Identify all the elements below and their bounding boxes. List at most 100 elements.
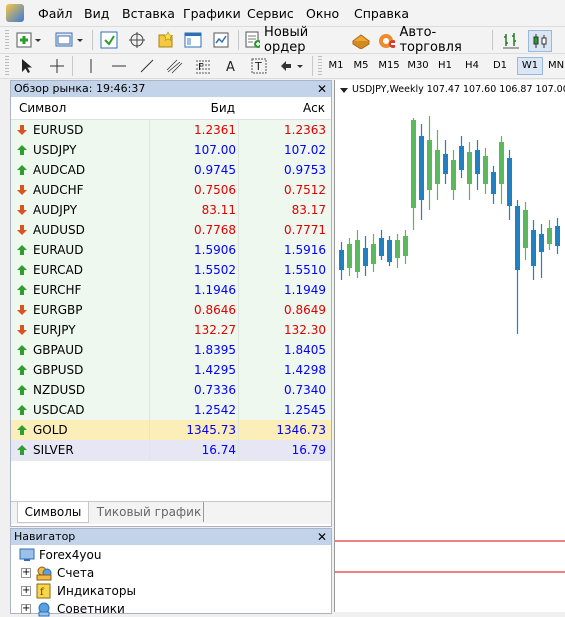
trendline-tool[interactable] (136, 56, 158, 76)
symbol-row[interactable]: GBPAUD 1.8395 1.8405 (11, 340, 331, 361)
market-watch-button[interactable] (98, 30, 120, 50)
up-arrow-icon (17, 285, 27, 295)
menu-window[interactable]: Окно (306, 6, 339, 21)
symbol-row[interactable]: AUDJPY 83.11 83.17 (11, 200, 331, 221)
horizontal-line-tool[interactable] (108, 56, 130, 76)
navigator-item-indicators[interactable]: + f Индикаторы (21, 583, 136, 599)
ask-price: 0.9753 (238, 160, 328, 180)
cursor-tool[interactable] (16, 56, 38, 76)
navigator-item-accounts[interactable]: + Счета (21, 565, 94, 581)
candle-body (451, 160, 456, 190)
symbol-name: AUDCHF (33, 183, 84, 197)
navigator-button[interactable] (154, 30, 176, 50)
candle-body (419, 136, 424, 200)
tf-h4[interactable]: H4 (461, 58, 483, 74)
crosshair-tool[interactable] (46, 56, 68, 76)
vertical-line-tool[interactable] (80, 56, 102, 76)
symbol-row[interactable]: SILVER 16.74 16.79 (11, 440, 331, 461)
fibonacci-tool[interactable]: F (192, 56, 214, 76)
symbol-row[interactable]: EURCHF 1.1946 1.1949 (11, 280, 331, 301)
tf-m30[interactable]: M30 (405, 58, 431, 74)
symbol-row[interactable]: EURCAD 1.5502 1.5510 (11, 260, 331, 281)
column-symbol[interactable]: Символ (19, 101, 66, 115)
candle-chart-button[interactable] (528, 30, 552, 52)
ask-price: 0.8649 (238, 300, 328, 320)
tf-mn[interactable]: MN (546, 58, 565, 74)
symbol-row[interactable]: AUDCHF 0.7506 0.7512 (11, 180, 331, 201)
standard-toolbar: Новый ордер Авто-торговля (0, 25, 565, 55)
market-watch-header: Символ Бид Аск (11, 97, 331, 120)
symbol-name: EURGBP (33, 303, 83, 317)
ask-price: 83.17 (238, 200, 328, 220)
symbol-row[interactable]: NZDUSD 0.7336 0.7340 (11, 380, 331, 401)
menu-insert[interactable]: Вставка (122, 6, 175, 21)
symbol-row[interactable]: GOLD 1345.73 1346.73 (11, 420, 331, 441)
profiles-button[interactable] (54, 30, 86, 50)
new-chart-icon (16, 32, 41, 48)
menu-file[interactable]: Файл (38, 6, 73, 21)
menu-help[interactable]: Справка (354, 6, 409, 21)
strategy-tester-button[interactable] (210, 30, 232, 50)
symbol-row[interactable]: USDCAD 1.2542 1.2545 (11, 400, 331, 421)
tf-h1[interactable]: H1 (434, 58, 456, 74)
tf-m5[interactable]: M5 (350, 58, 372, 74)
symbol-row[interactable]: EURUSD 1.2361 1.2363 (11, 120, 331, 141)
arrows-tool[interactable] (276, 56, 306, 76)
expand-icon[interactable]: + (21, 568, 31, 578)
symbol-row[interactable]: GBPUSD 1.4295 1.4298 (11, 360, 331, 381)
tab-tick-chart[interactable]: Тиковый график (95, 502, 204, 522)
menu-charts[interactable]: Графики (183, 6, 241, 21)
symbol-name: SILVER (33, 443, 74, 457)
terminal-button[interactable] (182, 30, 204, 50)
tf-w1[interactable]: W1 (517, 57, 543, 75)
navigator-root[interactable]: Forex4you (19, 547, 101, 563)
new-order-button[interactable]: Новый ордер (244, 25, 344, 55)
ask-price: 1.4298 (238, 360, 328, 380)
symbol-row[interactable]: EURJPY 132.27 132.30 (11, 320, 331, 341)
down-arrow-icon (17, 205, 27, 215)
menu-view[interactable]: Вид (84, 6, 109, 21)
symbol-row[interactable]: EURAUD 1.5906 1.5916 (11, 240, 331, 261)
bid-price: 1.5906 (149, 240, 238, 260)
toolbar-grip[interactable] (318, 56, 322, 76)
bid-price: 1.1946 (149, 280, 238, 300)
text-tool[interactable]: A (220, 56, 242, 76)
tf-m15[interactable]: M15 (376, 58, 402, 74)
symbol-row[interactable]: AUDUSD 0.7768 0.7771 (11, 220, 331, 241)
symbol-row[interactable]: AUDCAD 0.9745 0.9753 (11, 160, 331, 181)
tf-m1[interactable]: M1 (325, 58, 347, 74)
menu-tools[interactable]: Сервис (247, 6, 294, 21)
bar-chart-button[interactable] (500, 30, 522, 50)
tab-symbols[interactable]: Символы (17, 502, 89, 523)
toolbar-grip[interactable] (5, 56, 9, 76)
toolbar-grip[interactable] (5, 30, 9, 50)
bid-price: 1345.73 (149, 420, 238, 440)
metaeditor-button[interactable] (350, 30, 372, 50)
svg-text:A: A (226, 60, 235, 74)
symbol-name: AUDUSD (33, 223, 85, 237)
symbol-name: AUDCAD (33, 163, 86, 177)
chart-window[interactable]: USDJPY,Weekly 107.47 107.60 106.87 107.0… (334, 80, 565, 612)
expand-icon[interactable]: + (21, 586, 31, 596)
tf-d1[interactable]: D1 (489, 58, 511, 74)
column-bid[interactable]: Бид (191, 101, 235, 115)
column-ask[interactable]: Аск (271, 101, 325, 115)
close-icon[interactable]: ✕ (317, 529, 327, 545)
crosshair-target-icon (129, 32, 145, 48)
channel-tool[interactable] (164, 56, 186, 76)
navigator-item-experts[interactable]: + Советники (21, 601, 125, 617)
text-label-tool[interactable]: T (248, 56, 270, 76)
arrows-icon (281, 61, 303, 71)
auto-trading-button[interactable]: Авто-торговля (378, 25, 486, 55)
market-watch-icon (100, 31, 118, 49)
market-watch-title: Обзор рынка: 19:46:37 (14, 82, 146, 95)
down-arrow-icon (17, 325, 27, 335)
close-icon[interactable]: ✕ (317, 81, 327, 97)
symbol-name: USDJPY (33, 143, 77, 157)
data-window-button[interactable] (126, 30, 148, 50)
symbol-row[interactable]: EURGBP 0.8646 0.8649 (11, 300, 331, 321)
expand-icon[interactable]: + (21, 604, 31, 614)
new-chart-button[interactable] (14, 30, 44, 50)
symbol-row[interactable]: USDJPY 107.00 107.02 (11, 140, 331, 161)
market-watch-tabs: Символы Тиковый график (11, 501, 331, 524)
